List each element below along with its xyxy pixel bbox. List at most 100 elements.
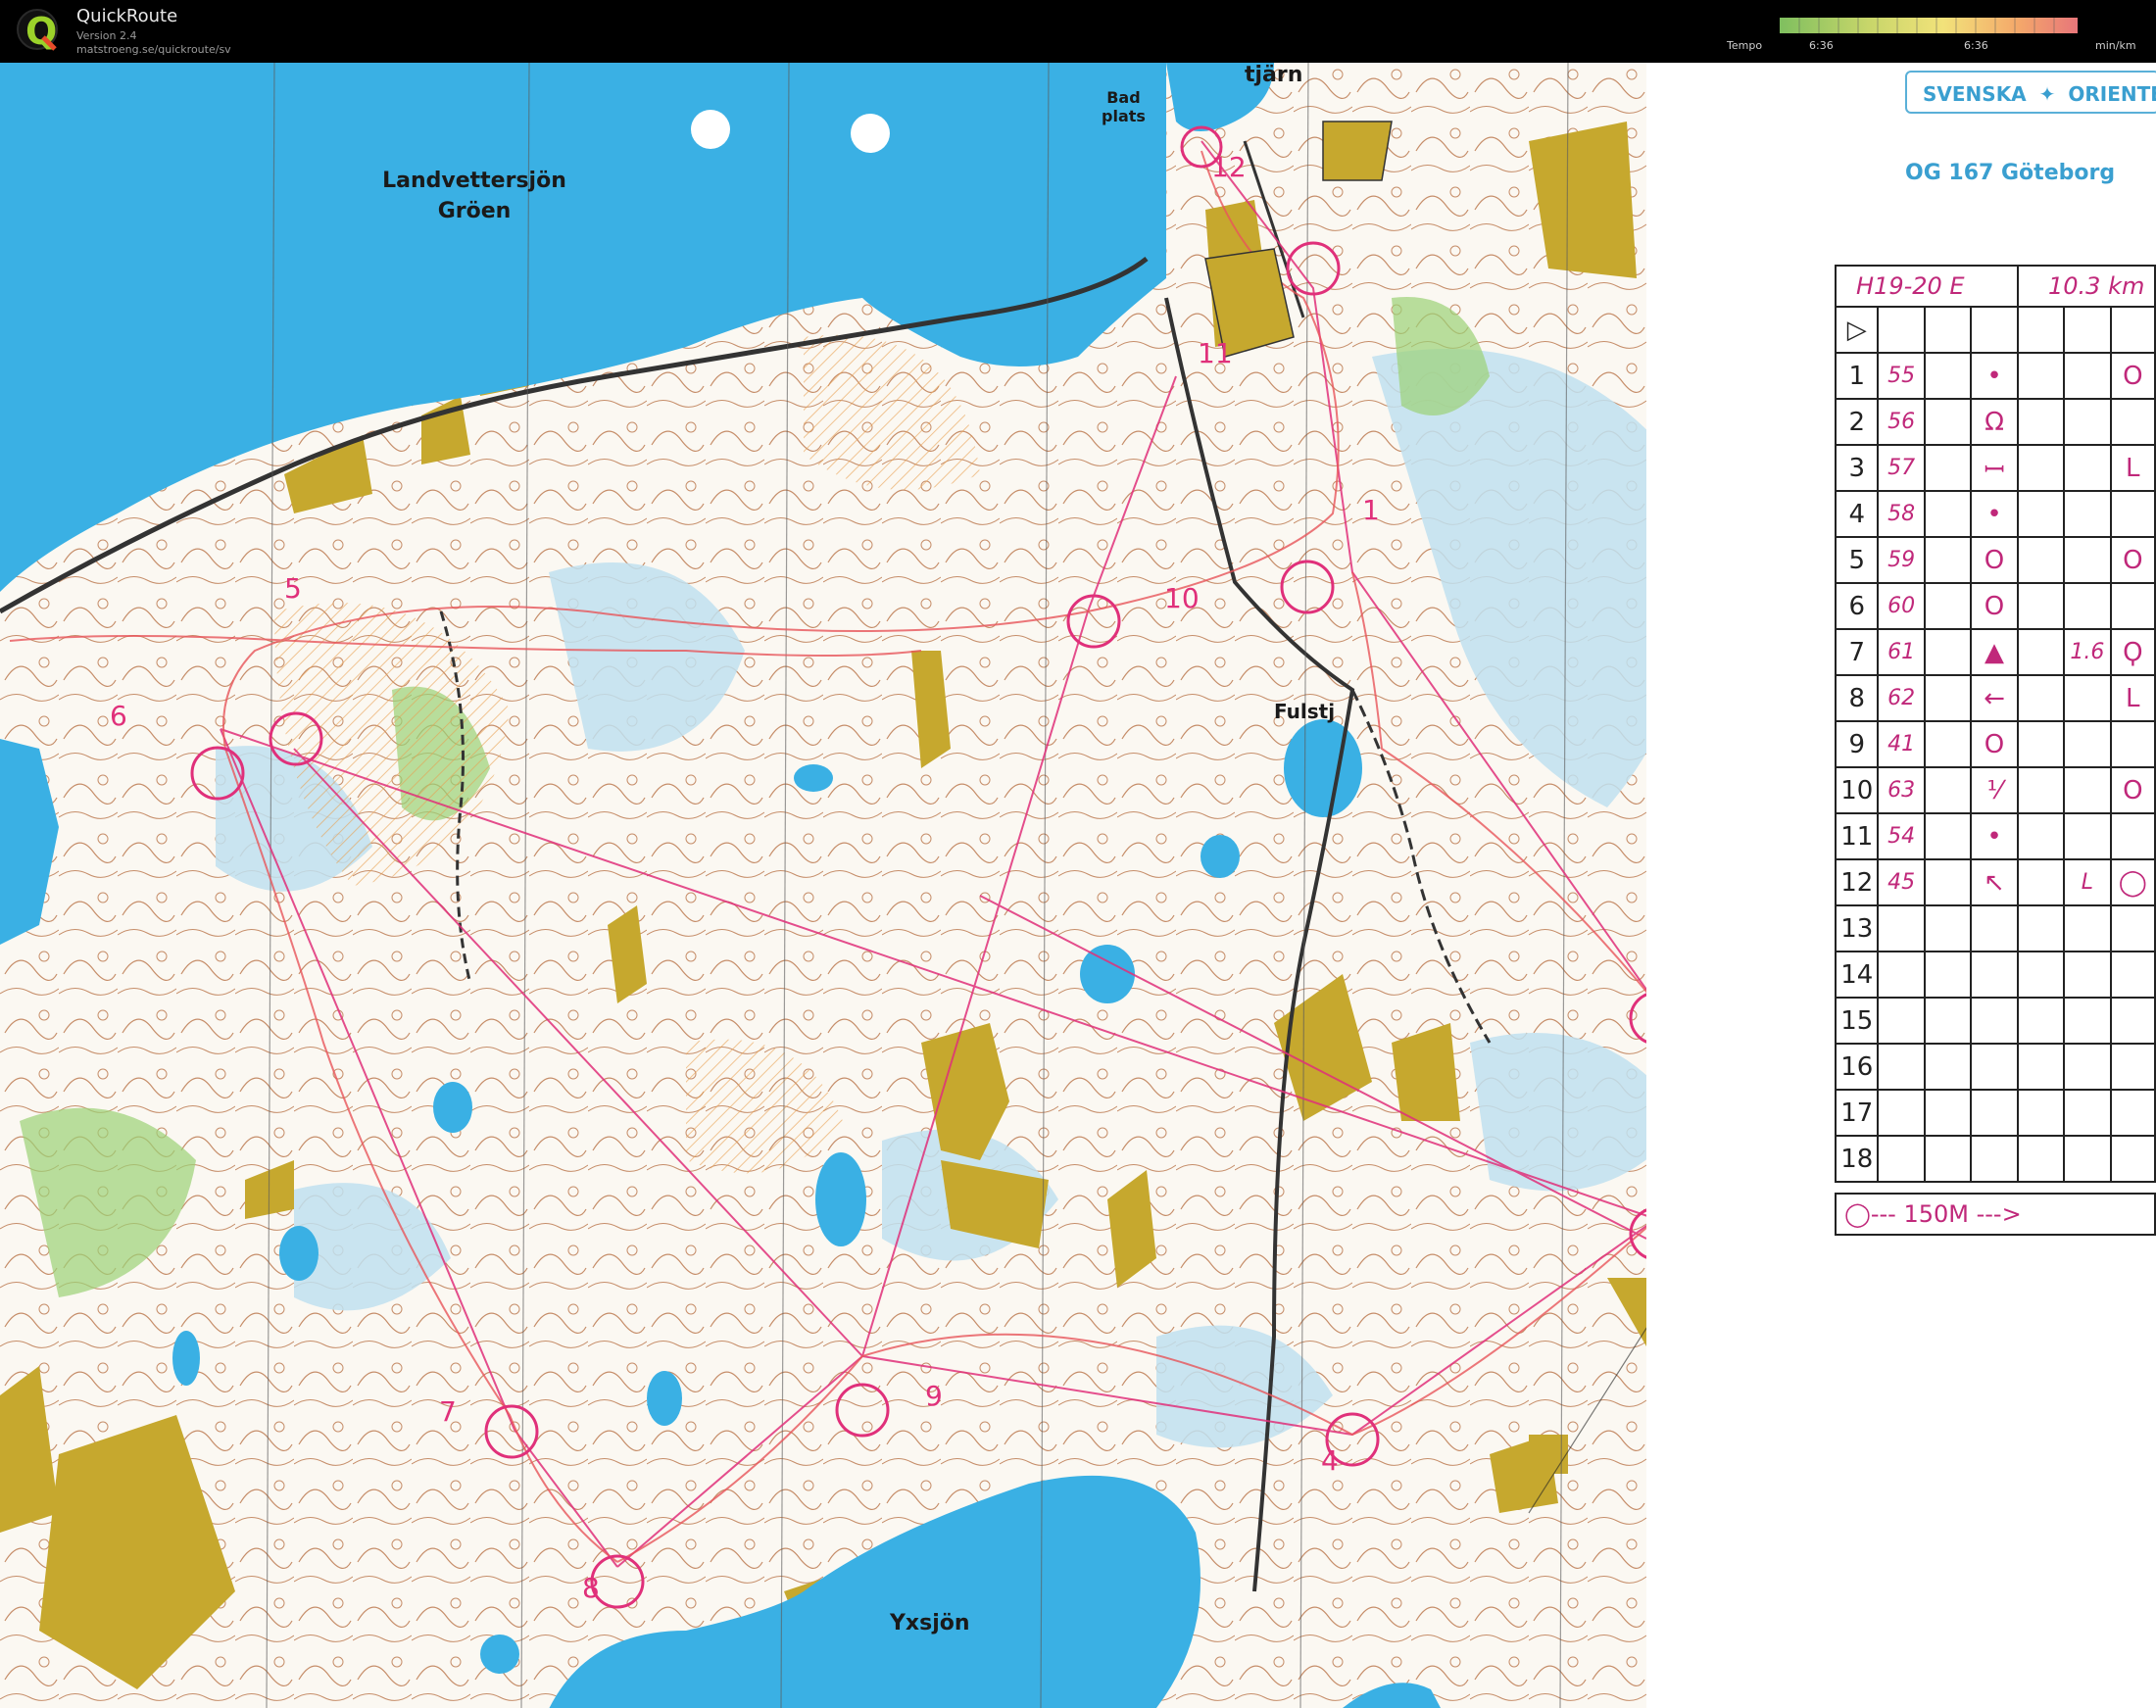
tempo-tick-right: 6:36	[1964, 39, 1988, 52]
control-number: 7	[439, 1395, 457, 1428]
row-number: 1	[1837, 354, 1880, 398]
row-extra	[2065, 492, 2112, 536]
brand-logo-icon: ✦	[2038, 82, 2056, 106]
brand-text-1: SVENSKA	[1923, 82, 2027, 106]
finish-row: ◯--- 150M --->	[1835, 1193, 2156, 1236]
row-extra	[2065, 814, 2112, 858]
sheet-row: 9 41 O	[1835, 722, 2156, 768]
row-col-c	[1926, 768, 1973, 812]
row-last	[2112, 400, 2154, 444]
row-symbol: ↖	[1972, 860, 2019, 904]
sheet-header: H19-20 E 10.3 km	[1835, 265, 2156, 308]
row-col-e	[2019, 1091, 2066, 1135]
row-symbol	[1972, 1045, 2019, 1089]
row-extra	[2065, 768, 2112, 812]
row-extra	[2065, 446, 2112, 490]
row-col-e	[2019, 400, 2066, 444]
row-col-c	[1926, 630, 1973, 674]
row-code	[1879, 1091, 1926, 1135]
sheet-row: 7 61 ▲ 1.6 Ϙ	[1835, 630, 2156, 676]
row-code	[1879, 999, 1926, 1043]
sheet-row: 15	[1835, 999, 2156, 1045]
app-url[interactable]: matstroeng.se/quickroute/sv	[76, 43, 231, 56]
row-number: 16	[1837, 1045, 1880, 1089]
control-description-sheet: H19-20 E 10.3 km ▷ 1 55 • O 2 56 Ω 3 57 ꟷ L 4 58 • 5 59 O…	[1835, 265, 2156, 1236]
row-col-c	[1926, 952, 1973, 997]
row-extra	[2065, 1091, 2112, 1135]
row-code: 60	[1879, 584, 1926, 628]
control-number: 5	[284, 572, 302, 605]
row-symbol: •	[1972, 492, 2019, 536]
control-number: 12	[1211, 151, 1247, 183]
row-extra: 1.6	[2065, 630, 2112, 674]
row-last	[2112, 814, 2154, 858]
bad-plats-line1: Bad	[1106, 88, 1141, 107]
row-symbol: O	[1972, 722, 2019, 766]
sheet-row: 4 58 •	[1835, 492, 2156, 538]
lake-name-fulstj: Fulstj	[1274, 700, 1336, 723]
row-code: 58	[1879, 492, 1926, 536]
row-number: 6	[1837, 584, 1880, 628]
row-col-c	[1926, 400, 1973, 444]
row-extra	[2065, 354, 2112, 398]
app-version: Version 2.4	[76, 29, 137, 42]
row-col-e	[2019, 768, 2066, 812]
row-symbol: O	[1972, 538, 2019, 582]
tempo-gradient-bar	[1780, 18, 2078, 33]
row-extra	[2065, 722, 2112, 766]
row-col-e	[2019, 538, 2066, 582]
row-col-e	[2019, 860, 2066, 904]
row-col-c	[1926, 906, 1973, 951]
row-col-c	[1926, 999, 1973, 1043]
row-extra	[2065, 676, 2112, 720]
row-number: ▷	[1837, 308, 1880, 352]
bad-plats-label: Bad plats	[1102, 88, 1146, 125]
course-length: 10.3 km	[2048, 272, 2145, 300]
row-number: 13	[1837, 906, 1880, 951]
row-col-c	[1926, 446, 1973, 490]
row-number: 7	[1837, 630, 1880, 674]
row-col-c	[1926, 308, 1973, 352]
sheet-row: 17	[1835, 1091, 2156, 1137]
row-col-e	[2019, 584, 2066, 628]
row-number: 8	[1837, 676, 1880, 720]
row-col-c	[1926, 354, 1973, 398]
row-col-c	[1926, 860, 1973, 904]
row-extra	[2065, 1137, 2112, 1181]
row-code: 59	[1879, 538, 1926, 582]
row-extra	[2065, 906, 2112, 951]
row-last	[2112, 906, 2154, 951]
sheet-rows: ▷ 1 55 • O 2 56 Ω 3 57 ꟷ L 4 58 • 5 59 O O 6 60 O 7 61 ▲ 1.6 Ϙ 8 62 ←…	[1835, 308, 2156, 1183]
sheet-row: 14	[1835, 952, 2156, 999]
row-code	[1879, 906, 1926, 951]
row-code: 55	[1879, 354, 1926, 398]
row-code: 41	[1879, 722, 1926, 766]
row-last	[2112, 722, 2154, 766]
row-code: 54	[1879, 814, 1926, 858]
sheet-row: 1 55 • O	[1835, 354, 2156, 400]
row-symbol: •	[1972, 814, 2019, 858]
row-number: 18	[1837, 1137, 1880, 1181]
row-last	[2112, 584, 2154, 628]
control-number: 10	[1164, 582, 1200, 614]
control-number: 6	[110, 700, 127, 732]
row-col-e	[2019, 308, 2066, 352]
row-col-c	[1926, 538, 1973, 582]
lake-label-line2: Gröen	[437, 198, 512, 223]
row-last: L	[2126, 453, 2140, 483]
sheet-row: 13	[1835, 906, 2156, 952]
control-number: 1	[1362, 494, 1380, 526]
tempo-tick-left: 6:36	[1809, 39, 1834, 52]
orienteering-map[interactable]: Landvettersjön Gröen Fulstj Yxsjön tjärn…	[0, 63, 2156, 1708]
lake-name-yxsjon: Yxsjön	[890, 1611, 970, 1635]
row-col-c	[1926, 1045, 1973, 1089]
row-code	[1879, 1045, 1926, 1089]
sheet-row: 18	[1835, 1137, 2156, 1183]
row-last: O	[2123, 545, 2143, 575]
row-col-e	[2019, 446, 2066, 490]
row-col-c	[1926, 584, 1973, 628]
row-col-e	[2019, 1137, 2066, 1181]
row-number: 11	[1837, 814, 1880, 858]
row-last	[2112, 492, 2154, 536]
row-symbol: O	[1972, 584, 2019, 628]
